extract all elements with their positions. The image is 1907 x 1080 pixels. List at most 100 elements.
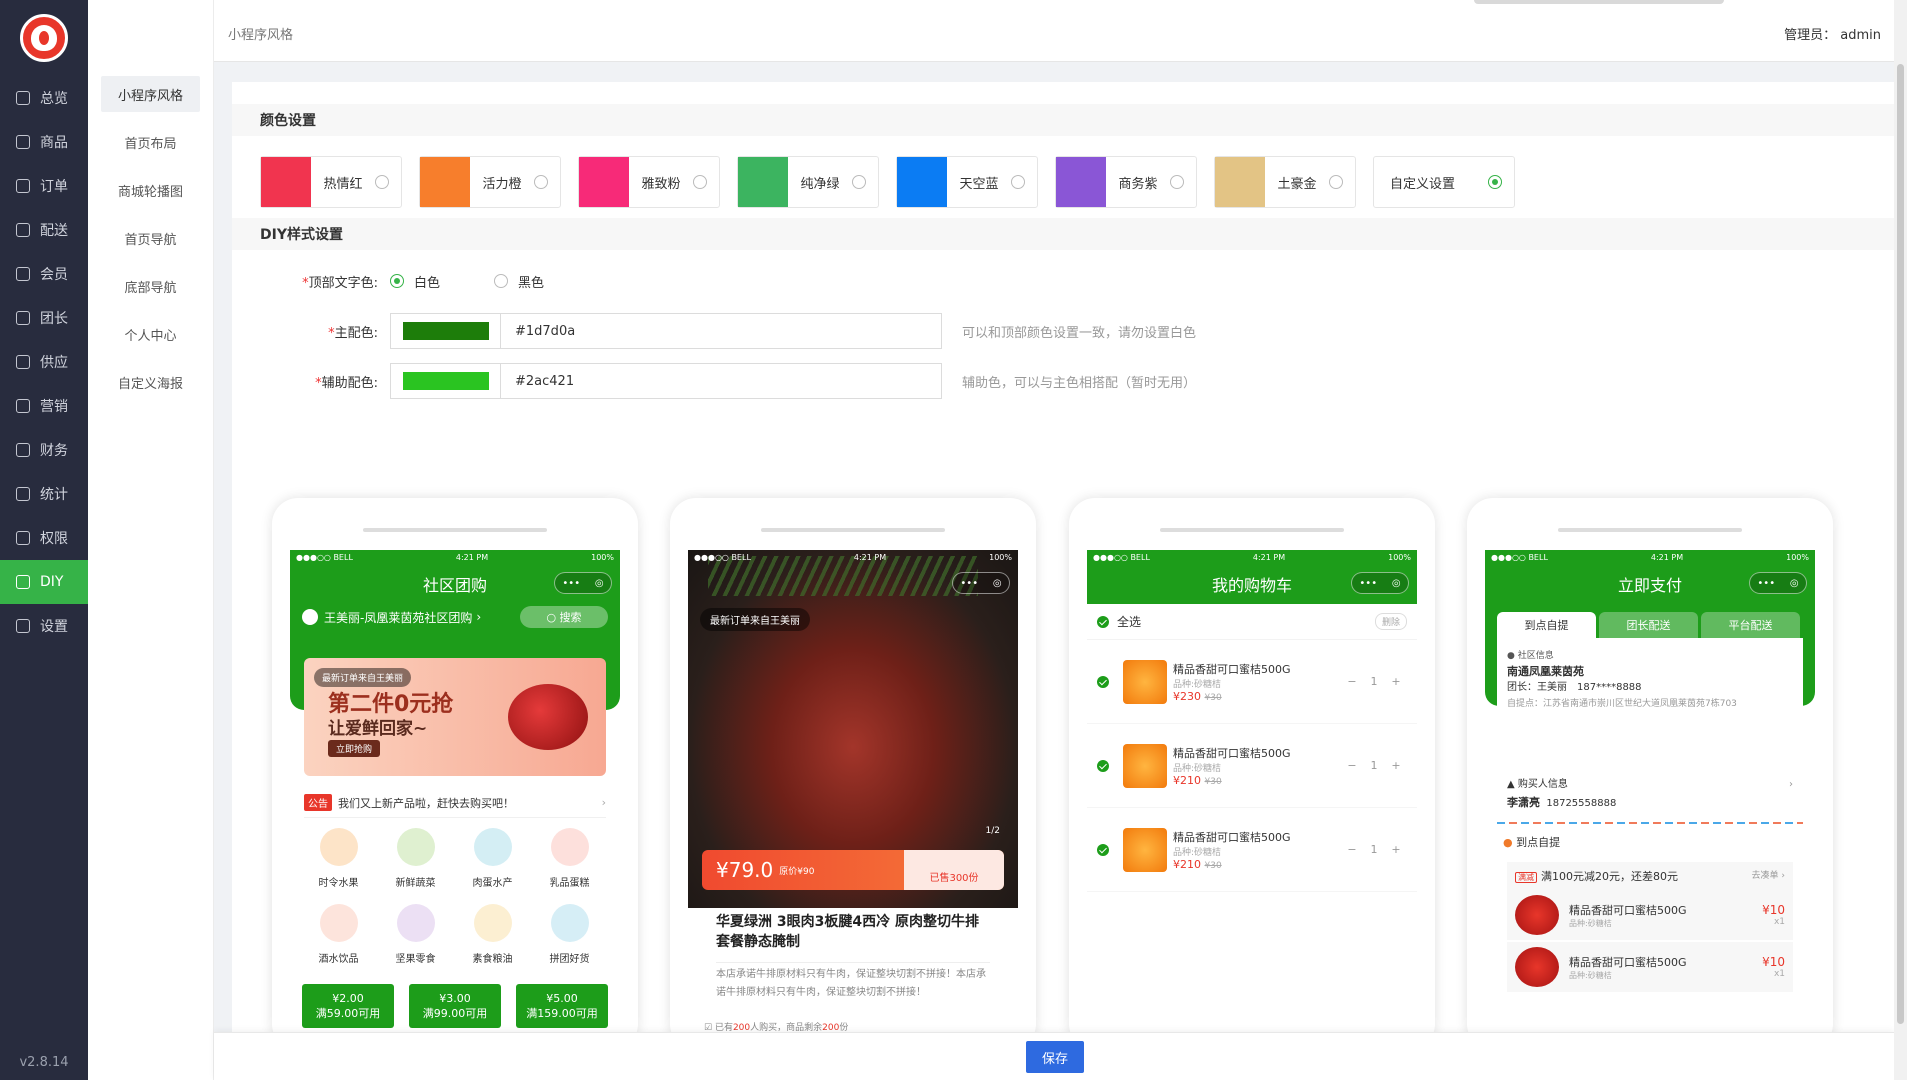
submenu-item-home-layout[interactable]: 首页布局 bbox=[101, 124, 200, 160]
grain-icon bbox=[473, 904, 512, 942]
swatch-red[interactable]: 热情红 bbox=[260, 156, 402, 208]
nav-bar: 立即支付 ••• ◎ bbox=[1485, 564, 1815, 604]
text-color-black[interactable]: 黑色 bbox=[494, 272, 544, 291]
text-color-white[interactable]: 白色 bbox=[390, 272, 440, 291]
radio-selected[interactable] bbox=[390, 274, 404, 288]
check-icon[interactable] bbox=[1097, 843, 1109, 856]
sidebar-item-goods[interactable]: 商品 bbox=[0, 120, 88, 164]
plus-icon[interactable]: + bbox=[1385, 675, 1407, 688]
sidebar-nav: 总览 商品 订单 配送 会员 团长 供应 营销 财务 统计 权限 DIY 设置 bbox=[0, 76, 88, 648]
sub-color-input[interactable]: #2ac421 bbox=[390, 363, 942, 399]
save-button[interactable]: 保存 bbox=[1026, 1041, 1084, 1073]
coupon[interactable]: ¥5.00 满159.00可用 bbox=[516, 984, 608, 1028]
quantity-stepper[interactable]: −1 + bbox=[1341, 843, 1407, 856]
drink-icon bbox=[319, 904, 358, 942]
swatch-purple[interactable]: 商务紫 bbox=[1055, 156, 1197, 208]
swatch-radio[interactable] bbox=[1011, 175, 1025, 189]
swatch-radio-selected[interactable] bbox=[1488, 175, 1502, 189]
submenu-item-style[interactable]: 小程序风格 bbox=[101, 76, 200, 112]
main-color-hint: 可以和顶部颜色设置一致，请勿设置白色 bbox=[962, 325, 1197, 341]
delete-button[interactable]: 删除 bbox=[1374, 613, 1407, 630]
sidebar-item-permissions[interactable]: 权限 bbox=[0, 516, 88, 560]
capsule-menu[interactable]: ••• ◎ bbox=[1351, 572, 1409, 594]
swatch-radio[interactable] bbox=[852, 175, 866, 189]
check-icon[interactable] bbox=[1097, 615, 1109, 628]
category-item[interactable]: 乳品蛋糕 bbox=[531, 828, 608, 904]
category-item[interactable]: 素食粮油 bbox=[454, 904, 531, 980]
nav-title: 社区团购 bbox=[422, 576, 487, 595]
gear-icon bbox=[16, 619, 30, 633]
capsule-menu[interactable]: ••• ◎ bbox=[554, 572, 612, 594]
banner-button[interactable]: 立即抢购 bbox=[328, 740, 381, 757]
page-scrollbar[interactable] bbox=[1894, 0, 1907, 1080]
admin-user[interactable]: 管理员： admin bbox=[1784, 24, 1881, 43]
notice-bar[interactable]: 公告 我们又上新产品啦，赶快去购买吧！ › bbox=[304, 788, 606, 818]
coupon[interactable]: ¥2.00 满59.00可用 bbox=[302, 984, 394, 1028]
capsule-menu[interactable]: ••• ◎ bbox=[952, 572, 1010, 594]
quantity-stepper[interactable]: −1 + bbox=[1341, 759, 1407, 772]
promo-banner[interactable]: 最新订单来自王美丽 第二件0元抢 让爱鲜回家~ 立即抢购 bbox=[304, 658, 606, 776]
tab-leader-delivery[interactable]: 团长配送 bbox=[1599, 612, 1698, 638]
sidebar-item-diy[interactable]: DIY bbox=[0, 560, 88, 604]
swatch-radio[interactable] bbox=[534, 175, 548, 189]
submenu-item-home-nav[interactable]: 首页导航 bbox=[101, 220, 200, 256]
sidebar-item-delivery[interactable]: 配送 bbox=[0, 208, 88, 252]
chart-icon bbox=[16, 487, 30, 501]
sidebar-item-leader[interactable]: 团长 bbox=[0, 296, 88, 340]
sidebar-item-orders[interactable]: 订单 bbox=[0, 164, 88, 208]
swatch-radio[interactable] bbox=[1170, 175, 1184, 189]
strawberry-image bbox=[1515, 895, 1559, 935]
sidebar-item-settings[interactable]: 设置 bbox=[0, 604, 88, 648]
nut-icon bbox=[396, 904, 435, 942]
plus-icon[interactable]: + bbox=[1385, 759, 1407, 772]
minus-icon[interactable]: − bbox=[1341, 759, 1363, 772]
sidebar-item-marketing[interactable]: 营销 bbox=[0, 384, 88, 428]
sidebar-item-finance[interactable]: 财务 bbox=[0, 428, 88, 472]
submenu-item-bottom-nav[interactable]: 底部导航 bbox=[101, 268, 200, 304]
sidebar-item-members[interactable]: 会员 bbox=[0, 252, 88, 296]
minus-icon[interactable]: − bbox=[1341, 675, 1363, 688]
scrollbar-thumb[interactable] bbox=[1897, 64, 1904, 1024]
swatch-green[interactable]: 纯净绿 bbox=[737, 156, 879, 208]
radio[interactable] bbox=[494, 274, 509, 288]
category-item[interactable]: 拼团好货 bbox=[531, 904, 608, 980]
main-color-input[interactable]: #1d7d0a bbox=[390, 313, 942, 349]
coupon[interactable]: ¥3.00 满99.00可用 bbox=[409, 984, 501, 1028]
plus-icon[interactable]: + bbox=[1385, 843, 1407, 856]
swatch-radio[interactable] bbox=[693, 175, 707, 189]
swatch-radio[interactable] bbox=[1329, 175, 1343, 189]
quantity-stepper[interactable]: −1 + bbox=[1341, 675, 1407, 688]
minus-icon[interactable]: − bbox=[1341, 843, 1363, 856]
swatch-gold[interactable]: 土豪金 bbox=[1214, 156, 1356, 208]
buyer-info[interactable]: ▲ 购买人信息 › 李潇亮 18725558888 bbox=[1507, 776, 1793, 813]
submenu-item-carousel[interactable]: 商城轮播图 bbox=[101, 172, 200, 208]
swatch-orange[interactable]: 活力橙 bbox=[419, 156, 561, 208]
tab-platform-delivery[interactable]: 平台配送 bbox=[1701, 612, 1800, 638]
swatch-radio[interactable] bbox=[375, 175, 389, 189]
category-item[interactable]: 坚果零食 bbox=[377, 904, 454, 980]
submenu-item-profile[interactable]: 个人中心 bbox=[101, 316, 200, 352]
capsule-menu[interactable]: ••• ◎ bbox=[1749, 572, 1807, 594]
sub-color-picker[interactable] bbox=[391, 364, 501, 398]
envelope-divider bbox=[1497, 822, 1803, 824]
category-item[interactable]: 新鲜蔬菜 bbox=[377, 828, 454, 904]
check-icon[interactable] bbox=[1097, 759, 1109, 772]
sidebar-item-supply[interactable]: 供应 bbox=[0, 340, 88, 384]
promo-row[interactable]: 满减 满100元减20元，还差80元 去凑单 › bbox=[1507, 862, 1793, 890]
main-color-value[interactable]: #1d7d0a bbox=[501, 324, 575, 339]
swatch-custom[interactable]: 自定义设置 bbox=[1373, 156, 1515, 208]
category-item[interactable]: 酒水饮品 bbox=[300, 904, 377, 980]
check-icon[interactable] bbox=[1097, 675, 1109, 688]
sub-color-value[interactable]: #2ac421 bbox=[501, 374, 574, 389]
submenu-item-poster[interactable]: 自定义海报 bbox=[101, 364, 200, 400]
main-color-picker[interactable] bbox=[391, 314, 501, 348]
app-logo[interactable] bbox=[20, 14, 68, 62]
swatch-pink[interactable]: 雅致粉 bbox=[578, 156, 720, 208]
category-item[interactable]: 肉蛋水产 bbox=[454, 828, 531, 904]
swatch-blue[interactable]: 天空蓝 bbox=[896, 156, 1038, 208]
sidebar-item-stats[interactable]: 统计 bbox=[0, 472, 88, 516]
sidebar-item-overview[interactable]: 总览 bbox=[0, 76, 88, 120]
search-box[interactable]: ○ 搜索 bbox=[520, 606, 608, 628]
category-item[interactable]: 时令水果 bbox=[300, 828, 377, 904]
tab-self-pickup[interactable]: 到点自提 bbox=[1497, 612, 1596, 638]
